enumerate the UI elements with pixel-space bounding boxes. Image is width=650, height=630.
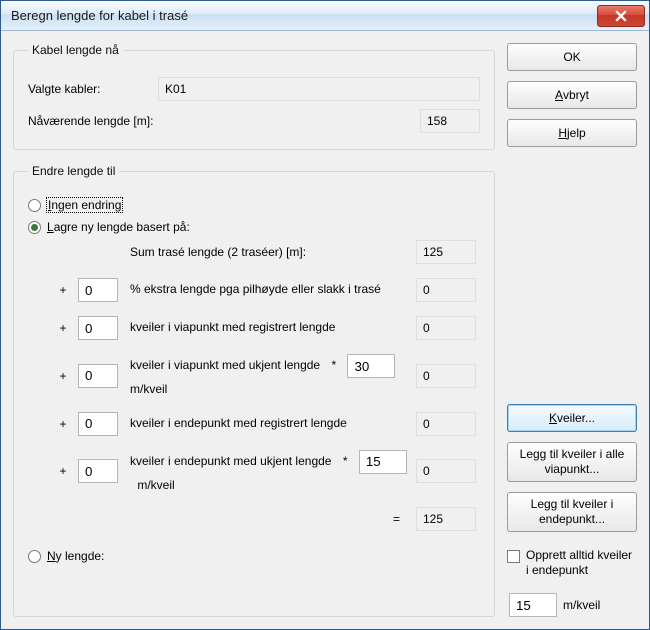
end-reg-output: 0 [416,412,476,436]
radio-save-new-label: Lagre ny lengde basert på: [47,220,190,234]
end-unk-output: 0 [416,459,476,483]
via-unk-input[interactable] [78,364,118,388]
group-change-length-legend: Endre lengde til [28,164,119,178]
end-unk-label: kveiler i endepunkt med ukjent lengde * … [130,450,408,494]
via-unk-label: kveiler i viapunkt med ukjent lengde * m… [130,354,408,398]
plus-sign: + [56,464,70,478]
radio-icon [28,221,41,234]
end-reg-input[interactable] [78,412,118,436]
group-change-length: Endre lengde til Ingen endring Lagre ny … [13,164,495,617]
left-column: Kabel lengde nå Valgte kabler: K01 Nåvær… [13,43,495,617]
radio-save-new[interactable]: Lagre ny lengde basert på: [28,220,480,234]
via-unk-output: 0 [416,364,476,388]
help-button[interactable]: Hjelp [507,119,637,147]
extra-pct-output: 0 [416,278,476,302]
close-icon [615,10,627,22]
end-reg-label: kveiler i endepunkt med registrert lengd… [130,416,408,432]
plus-sign: + [56,369,70,383]
group-current-length: Kabel lengde nå Valgte kabler: K01 Nåvær… [13,43,495,150]
dialog-window: Beregn lengde for kabel i trasé Kabel le… [0,0,650,630]
checkbox-icon [507,550,520,563]
group-current-length-legend: Kabel lengde nå [28,43,123,57]
total-output: 125 [416,507,476,531]
radio-icon [28,550,41,563]
radio-new-length[interactable]: Ny lengde: [28,549,480,563]
add-coils-endpoint-button[interactable]: Legg til kveiler i endepunkt... [507,492,637,532]
add-coils-all-via-button[interactable]: Legg til kveiler i alle viapunkt... [507,442,637,482]
endpoint-mkveil-input[interactable] [509,593,557,617]
via-unk-mkveil-input[interactable] [347,354,395,378]
plus-sign: + [56,321,70,335]
titlebar: Beregn lengde for kabel i trasé [1,1,649,31]
always-create-coil-label: Opprett alltid kveiler i endepunkt [526,548,637,579]
extra-pct-input[interactable] [78,278,118,302]
selected-cables-label: Valgte kabler: [28,82,148,96]
ok-button[interactable]: OK [507,43,637,71]
via-reg-output: 0 [416,316,476,340]
right-column: OK Avbryt Hjelp Kveiler... Legg til kvei… [507,43,637,617]
plus-sign: + [56,283,70,297]
end-unk-mkveil-input[interactable] [359,450,407,474]
extra-pct-label: % ekstra lengde pga pilhøyde eller slakk… [130,282,408,298]
radio-no-change-label: Ingen endring [47,198,122,212]
client-area: Kabel lengde nå Valgte kabler: K01 Nåvær… [1,31,649,629]
endpoint-mkveil-unit: m/kveil [563,598,600,612]
kveiler-button[interactable]: Kveiler... [507,404,637,432]
current-length-value: 158 [420,109,480,133]
calculation-block: Sum trasé lengde (2 traséer) [m]: 125 + … [56,240,480,531]
window-title: Beregn lengde for kabel i trasé [1,8,597,23]
radio-new-length-label: Ny lengde: [47,549,104,563]
sum-trace-value: 125 [416,240,476,264]
sum-trace-label: Sum trasé lengde (2 traséer) [m]: [130,245,408,259]
current-length-label: Nåværende lengde [m]: [28,114,410,128]
cancel-button[interactable]: Avbryt [507,81,637,109]
end-unk-input[interactable] [78,459,118,483]
plus-sign: + [56,417,70,431]
via-reg-label: kveiler i viapunkt med registrert lengde [130,320,408,336]
via-reg-input[interactable] [78,316,118,340]
radio-no-change[interactable]: Ingen endring [28,198,480,212]
selected-cables-value: K01 [158,77,480,101]
always-create-coil-checkbox[interactable]: Opprett alltid kveiler i endepunkt [507,548,637,579]
window-close-button[interactable] [597,5,645,27]
radio-icon [28,199,41,212]
equals-sign: = [130,512,408,526]
